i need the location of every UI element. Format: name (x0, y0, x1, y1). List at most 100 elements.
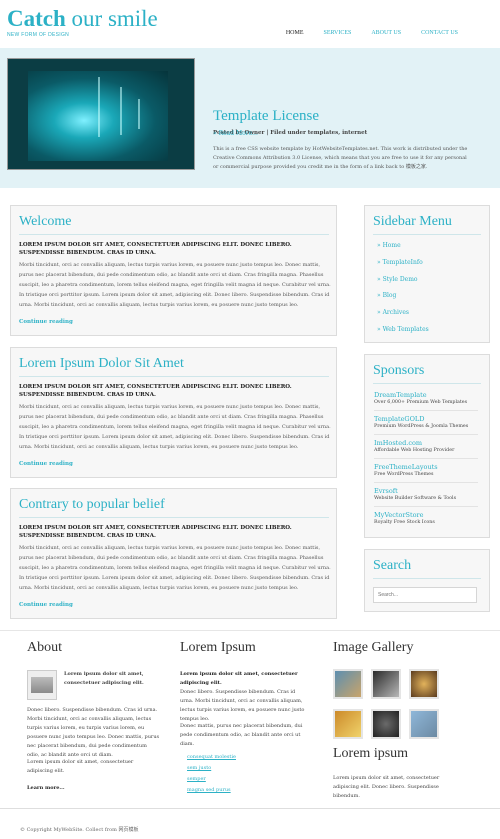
hero-read-more-link[interactable]: » Read More... (213, 130, 258, 137)
about-title: About (27, 640, 62, 655)
search-title: Search (373, 558, 412, 573)
post-title[interactable]: Lorem Ipsum Dolor Sit Amet (19, 356, 184, 372)
nav-services[interactable]: SERVICES (323, 30, 351, 36)
tagline: NEW FORM OF DESIGN (7, 32, 70, 38)
sponsor-name[interactable]: Evrsoft (374, 487, 478, 495)
about-thumbnail-image (31, 677, 53, 693)
divider (373, 578, 481, 579)
divider (19, 517, 329, 518)
continue-reading-link[interactable]: Continue reading (19, 319, 73, 325)
post-card: Contrary to popular belief LOREM IPSUM D… (10, 488, 337, 619)
about-bold-line: Lorem ipsum dolor sit amet, consectetuer… (64, 671, 144, 686)
sponsors-title: Sponsors (373, 363, 425, 378)
post-lead: LOREM IPSUM DOLOR SIT AMET, CONSECTETUER… (19, 242, 292, 256)
sponsor-desc: Free WordPress Themes (374, 472, 434, 477)
sponsors-box: Sponsors DreamTemplate Over 6,000+ Premi… (364, 354, 490, 538)
sponsor-desc: Royalty Free Stock Icons (374, 520, 435, 525)
divider (373, 234, 481, 235)
sponsor-desc: Affordable Web Hosting Provider (374, 448, 455, 453)
sponsor-desc: Website Builder Software & Tools (374, 496, 457, 501)
gallery-text: Lorem ipsum dolor sit amet, consectetuer… (333, 775, 440, 799)
hero-image (7, 58, 195, 170)
section-divider (0, 630, 500, 631)
post-card: Welcome LOREM IPSUM DOLOR SIT AMET, CONS… (10, 205, 337, 336)
hero-image-ray (98, 77, 100, 137)
continue-reading-link[interactable]: Continue reading (19, 602, 73, 608)
sidebar-item-blog[interactable]: » Blog (377, 288, 429, 305)
sponsor-name[interactable]: DreamTemplate (374, 391, 478, 399)
sidebar-item-templateinfo[interactable]: » TemplateInfo (377, 255, 429, 272)
gallery-thumb[interactable] (371, 669, 401, 699)
gallery-thumb[interactable] (333, 669, 363, 699)
gallery-thumb[interactable] (371, 709, 401, 739)
footer-link[interactable]: semper (187, 774, 236, 785)
sidebar-menu-list: » Home » TemplateInfo » Style Demo » Blo… (377, 238, 429, 339)
logo-bold-text: Catch (7, 6, 66, 31)
about-text-2: Lorem ipsum dolor sit amet, consectetuer… (27, 759, 134, 774)
divider (19, 376, 329, 377)
sponsor-item[interactable]: ImHosted.com Affordable Web Hosting Prov… (374, 439, 478, 459)
divider (373, 383, 481, 384)
gallery-thumb[interactable] (333, 709, 363, 739)
lorem-column-bold: Lorem ipsum dolor sit amet, consectetuer… (180, 671, 298, 686)
site-logo[interactable]: Catch our smile (7, 6, 158, 32)
sponsor-desc: Over 6,000+ Premium Web Templates (374, 400, 468, 405)
sponsor-item[interactable]: TemplateGOLD Premium WordPress & Joomla … (374, 415, 478, 435)
header: Catch our smile NEW FORM OF DESIGN HOME … (0, 0, 500, 48)
post-body: Morbi tincidunt, orci ac convallis aliqu… (19, 404, 331, 450)
sponsor-item[interactable]: Evrsoft Website Builder Software & Tools (374, 487, 478, 507)
gallery-title: Image Gallery (333, 640, 414, 655)
sponsor-item[interactable]: DreamTemplate Over 6,000+ Premium Web Te… (374, 391, 478, 411)
gallery-subtitle: Lorem ipsum (333, 746, 409, 761)
sidebar-menu-title: Sidebar Menu (373, 214, 452, 229)
nav-home[interactable]: HOME (286, 30, 304, 36)
lorem-column-title: Lorem Ipsum (180, 640, 256, 655)
gallery-thumb[interactable] (409, 669, 439, 699)
post-title[interactable]: Contrary to popular belief (19, 497, 165, 513)
about-text-bold: Lorem ipsum dolor sit amet, consectetuer… (64, 670, 160, 688)
lorem-links-list: consequat molestie sem justo semper magn… (187, 752, 236, 796)
continue-reading-link[interactable]: Continue reading (19, 461, 73, 467)
post-body: Morbi tincidunt, orci ac convallis aliqu… (19, 262, 331, 308)
main-nav: HOME SERVICES ABOUT US CONTACT US (286, 30, 458, 36)
post-card: Lorem Ipsum Dolor Sit Amet LOREM IPSUM D… (10, 347, 337, 478)
about-text: Donec libero. Suspendisse bibendum. Cras… (27, 707, 160, 758)
sidebar-item-style-demo[interactable]: » Style Demo (377, 272, 429, 289)
sponsor-name[interactable]: TemplateGOLD (374, 415, 478, 423)
logo-rest-text: our smile (71, 6, 158, 31)
post-lead: LOREM IPSUM DOLOR SIT AMET, CONSECTETUER… (19, 525, 292, 539)
nav-about-us[interactable]: ABOUT US (371, 30, 401, 36)
sponsor-name[interactable]: MyVectorStore (374, 511, 478, 519)
hero-banner: Template License Posted by Owner | Filed… (0, 48, 500, 188)
hero-title[interactable]: Template License (213, 108, 319, 125)
about-thumbnail (27, 670, 57, 700)
gallery-thumb[interactable] (409, 709, 439, 739)
post-title[interactable]: Welcome (19, 214, 72, 230)
learn-more-link[interactable]: Learn more... (27, 784, 65, 793)
sponsor-item[interactable]: FreeThemeLayouts Free WordPress Themes (374, 463, 478, 483)
footer-divider (0, 808, 500, 809)
lorem-column-text: Donec libero. Suspendisse bibendum. Cras… (180, 689, 305, 722)
nav-contact-us[interactable]: CONTACT US (421, 30, 458, 36)
hero-image-ray (138, 99, 140, 129)
sidebar-menu-box: Sidebar Menu » Home » TemplateInfo » Sty… (364, 205, 490, 343)
lorem-column-text-2: Donec mattis, purus nec placerat bibendu… (180, 723, 303, 747)
post-body: Morbi tincidunt, orci ac convallis aliqu… (19, 545, 331, 591)
sponsor-name[interactable]: ImHosted.com (374, 439, 478, 447)
hero-image-ray (120, 87, 122, 135)
footer-link[interactable]: sem justo (187, 763, 236, 774)
footer-link[interactable]: consequat molestie (187, 752, 236, 763)
divider (19, 234, 329, 235)
copyright: © Copyright MyWebSite. Collect from 网页模板 (20, 827, 139, 833)
hero-text: This is a free CSS website template by H… (213, 146, 468, 170)
post-lead: LOREM IPSUM DOLOR SIT AMET, CONSECTETUER… (19, 384, 292, 398)
sponsor-item[interactable]: MyVectorStore Royalty Free Stock Icons (374, 511, 478, 531)
search-input[interactable] (373, 587, 477, 603)
sponsor-desc: Premium WordPress & Joomla Themes (374, 424, 469, 429)
search-box: Search (364, 549, 490, 612)
sidebar-item-home[interactable]: » Home (377, 238, 429, 255)
sidebar-item-web-templates[interactable]: » Web Templates (377, 322, 429, 339)
sponsor-name[interactable]: FreeThemeLayouts (374, 463, 478, 471)
footer-link[interactable]: magna sed purus (187, 785, 236, 796)
sidebar-item-archives[interactable]: » Archives (377, 305, 429, 322)
